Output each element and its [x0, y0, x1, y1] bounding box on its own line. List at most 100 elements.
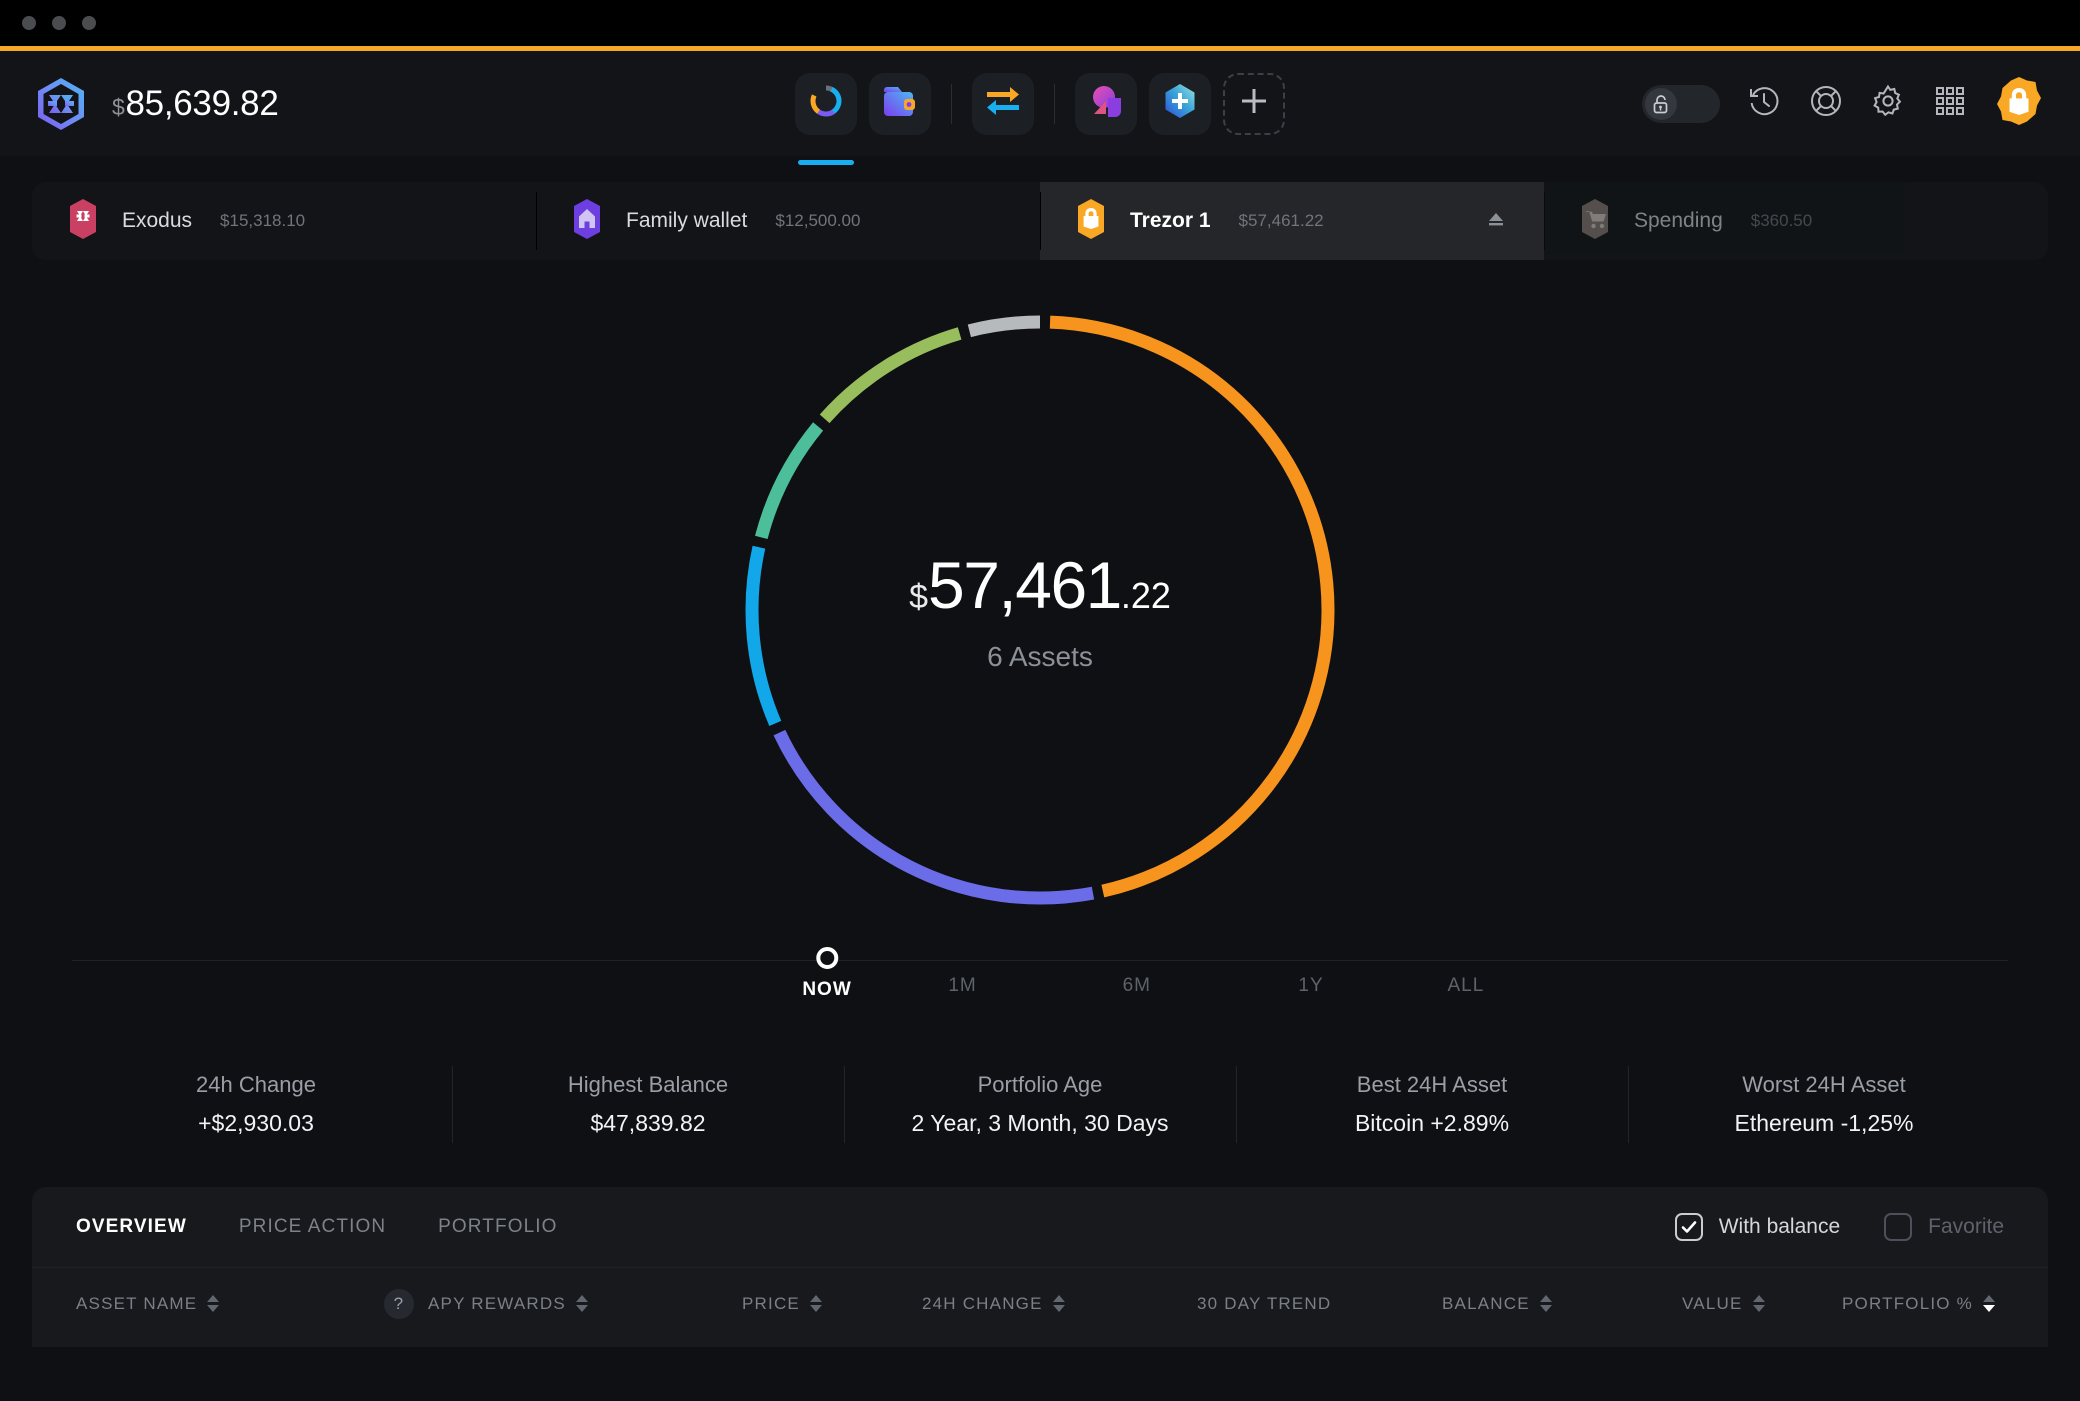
stat-portfolio-age: Portfolio Age 2 Year, 3 Month, 30 Days	[844, 1064, 1236, 1145]
wallet-amount: $360.50	[1750, 211, 1813, 230]
shopping-cart-icon	[1576, 198, 1614, 245]
assets-table-header: ASSET NAME ? APY REWARDS PRICE 24H CHANGE 30 …	[32, 1267, 2048, 1339]
wallet-amount: $15,318.10	[220, 211, 306, 230]
wallet-amount: $12,500.00	[775, 211, 861, 230]
exchange-arrows-icon	[984, 85, 1022, 122]
sort-arrows-icon[interactable]	[575, 1295, 588, 1312]
lock-toggle[interactable]	[1642, 84, 1720, 123]
nav-rewards-button[interactable]	[1075, 72, 1137, 135]
stat-value: Bitcoin +2.89%	[1354, 1110, 1510, 1136]
assets-panel-toolbar: OVERVIEW PRICE ACTION PORTFOLIO With balan…	[32, 1187, 2048, 1267]
column-header-asset-name[interactable]: ASSET NAME	[76, 1294, 220, 1314]
timeline-label: 1M	[948, 975, 977, 996]
checkbox[interactable]	[1674, 1213, 1703, 1241]
tab-price-action[interactable]: PRICE ACTION	[239, 1216, 386, 1238]
timeline-item-now[interactable]: NOW	[802, 947, 851, 1001]
checkbox[interactable]	[1884, 1213, 1913, 1241]
assets-tabs: OVERVIEW PRICE ACTION PORTFOLIO	[76, 1216, 558, 1238]
sort-arrows-icon[interactable]	[1539, 1295, 1552, 1312]
wallet-tab-exodus[interactable]: Exodus $15,318.10	[32, 182, 536, 260]
unlock-icon	[1645, 87, 1677, 120]
column-header-portfolio-[interactable]: PORTFOLIO %	[1842, 1294, 1995, 1314]
lock-badge-icon	[1994, 76, 2044, 131]
sort-arrows-icon[interactable]	[1752, 1295, 1765, 1312]
stat-value: Ethereum -1,25%	[1734, 1110, 1914, 1136]
sort-arrows-icon[interactable]	[1052, 1295, 1065, 1312]
stat-best-24h-asset: Best 24H Asset Bitcoin +2.89%	[1236, 1064, 1628, 1145]
column-label: 30 DAY TREND	[1197, 1293, 1332, 1313]
portfolio-stats: 24h Change +$2,930.03 Highest Balance $47,8…	[0, 1064, 2080, 1145]
wallet-amount: $57,461.22	[1238, 211, 1324, 230]
lifebuoy-icon	[1809, 84, 1843, 123]
total-balance: $85,639.82	[112, 84, 279, 124]
stat-worst-24h-asset: Worst 24H Asset Ethereum -1,25%	[1628, 1064, 2020, 1145]
total-balance-value: 85,639.82	[125, 83, 279, 123]
nav-exchange-button[interactable]	[972, 72, 1034, 135]
settings-button[interactable]	[1870, 84, 1906, 123]
sort-arrows-icon[interactable]	[207, 1295, 220, 1312]
window-close-dot[interactable]	[22, 16, 36, 30]
donut-segment-3[interactable]	[755, 422, 824, 540]
wallet-tab-spending[interactable]: Spending $360.50	[1544, 182, 2048, 260]
nav-divider-2	[1054, 83, 1055, 124]
sort-arrows-icon[interactable]	[1982, 1295, 1995, 1312]
nav-wallet-button[interactable]	[869, 72, 931, 135]
wallet-icon	[882, 84, 918, 123]
brand-block: $85,639.82	[0, 77, 279, 131]
history-button[interactable]	[1746, 86, 1782, 122]
gear-icon	[1871, 84, 1905, 123]
filter-with-balance[interactable]: With balance	[1674, 1213, 1840, 1241]
allocation-donut-chart[interactable]: $57,461.22 6 Assets	[720, 290, 1360, 930]
rewards-shapes-icon	[1088, 84, 1124, 123]
filter-favorite[interactable]: Favorite	[1884, 1213, 2004, 1241]
donut-segment-0[interactable]	[1049, 315, 1335, 898]
column-header-apy-rewards[interactable]: ? APY REWARDS	[384, 1288, 588, 1319]
timeline-item-1m[interactable]: 1M	[948, 975, 976, 997]
window-titlebar	[0, 0, 2080, 46]
help-icon[interactable]: ?	[384, 1288, 414, 1319]
timeline-label: NOW	[802, 979, 852, 1000]
stat-label: Worst 24H Asset	[1742, 1072, 1906, 1097]
column-label: PORTFOLIO %	[1842, 1293, 1973, 1313]
timeline-label: 6M	[1122, 975, 1151, 996]
apps-grid-button[interactable]	[1932, 86, 1968, 122]
stat-highest-balance: Highest Balance $47,839.82	[452, 1064, 844, 1145]
trezor-button[interactable]	[1994, 76, 2044, 131]
column-header-24h-change[interactable]: 24H CHANGE	[922, 1294, 1065, 1314]
history-clock-icon	[1747, 84, 1781, 123]
exodus-hex-icon	[64, 198, 102, 245]
timeline-marker	[816, 947, 839, 969]
stat-value: $47,839.82	[590, 1110, 706, 1136]
tab-portfolio[interactable]: PORTFOLIO	[438, 1216, 557, 1238]
lock-icon	[1072, 198, 1110, 245]
nav-portfolio-button[interactable]	[795, 72, 857, 165]
wallet-tab-trezor-1[interactable]: Trezor 1 $57,461.22	[1040, 182, 1544, 260]
filter-label: Favorite	[1928, 1215, 2004, 1238]
nav-add-button[interactable]	[1223, 72, 1285, 135]
column-header-balance[interactable]: BALANCE	[1442, 1294, 1552, 1314]
donut-segment-1[interactable]	[773, 729, 1095, 905]
support-button[interactable]	[1808, 86, 1844, 122]
window-controls[interactable]	[22, 16, 96, 30]
tab-overview[interactable]: OVERVIEW	[76, 1216, 187, 1238]
eject-icon[interactable]	[1486, 210, 1506, 233]
main-navigation	[795, 51, 1285, 165]
window-maximize-dot[interactable]	[82, 16, 96, 30]
grid-icon	[1935, 86, 1965, 121]
window-minimize-dot[interactable]	[52, 16, 66, 30]
donut-segment-4[interactable]	[819, 327, 962, 424]
timeline-item-1y[interactable]: 1Y	[1298, 975, 1323, 997]
column-header-value[interactable]: VALUE	[1682, 1294, 1765, 1314]
donut-segment-2[interactable]	[745, 545, 782, 727]
wallet-name: Spending	[1634, 209, 1723, 232]
column-header-price[interactable]: PRICE	[742, 1294, 822, 1314]
app-header: $85,639.82	[0, 51, 2080, 165]
timeline-item-all[interactable]: ALL	[1448, 975, 1485, 997]
nav-apps-button[interactable]	[1149, 72, 1211, 135]
wallet-tab-family-wallet[interactable]: Family wallet $12,500.00	[536, 182, 1040, 260]
sort-arrows-icon[interactable]	[809, 1295, 822, 1312]
timeline-item-6m[interactable]: 6M	[1123, 975, 1151, 997]
total-currency-symbol: $	[112, 93, 125, 120]
donut-segment-5[interactable]	[967, 315, 1041, 338]
stat-value: +$2,930.03	[198, 1110, 314, 1136]
